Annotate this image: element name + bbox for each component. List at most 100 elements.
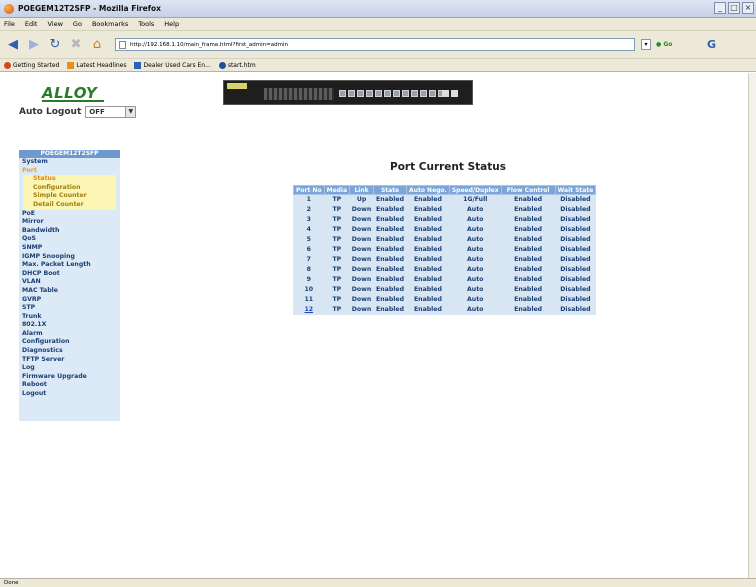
sidebar-item-mac-table[interactable]: MAC Table xyxy=(19,287,120,296)
port-icon xyxy=(348,90,355,97)
media-cell: TP xyxy=(332,286,342,293)
menu-edit[interactable]: Edit xyxy=(25,20,38,28)
sidebar-item-port[interactable]: Port xyxy=(19,167,120,176)
rss-icon xyxy=(67,61,75,69)
menu-tools[interactable]: Tools xyxy=(138,20,154,28)
sidebar-item-stp[interactable]: STP xyxy=(19,304,120,313)
menu-bar: File Edit View Go Bookmarks Tools Help xyxy=(0,18,756,31)
menu-help[interactable]: Help xyxy=(164,20,179,28)
col-port-no: Port No xyxy=(293,185,325,195)
port-no-cell: 8 xyxy=(306,266,311,273)
table-row: 10 TP Down Enabled Enabled Auto Enabled Disable… xyxy=(294,285,596,295)
col-speed-duplex: Speed/Duplex xyxy=(448,185,502,195)
port-no-cell[interactable]: 12 xyxy=(294,305,325,315)
port-table-body: 1 TP Up Enabled Enabled 1G/Full Enabled Disable… xyxy=(294,195,596,315)
port-icon xyxy=(411,90,418,97)
sidebar-item-configuration[interactable]: Configuration xyxy=(19,338,120,347)
sidebar-item-firmware-upgrade[interactable]: Firmware Upgrade xyxy=(19,373,120,382)
link-cell: Up xyxy=(356,196,367,204)
bookmark-latest-headlines[interactable]: Latest Headlines xyxy=(67,61,126,69)
col-media: Media xyxy=(323,185,351,195)
url-bar[interactable]: http://192.168.1.10/main_frame.html?firs… xyxy=(115,38,635,51)
sidebar-item-mirror[interactable]: Mirror xyxy=(19,218,120,227)
sidebar-sub-status[interactable]: Status xyxy=(23,175,116,184)
table-row: 12 TP Down Enabled Enabled Auto Enabled Disable… xyxy=(294,305,596,315)
sidebar-sub-detail-counter[interactable]: Detail Counter xyxy=(23,200,116,210)
wait-state-cell: Disabled xyxy=(560,206,591,213)
sidebar-item-dhcp-boot[interactable]: DHCP Boot xyxy=(19,270,120,279)
sidebar-item-diagnostics[interactable]: Diagnostics xyxy=(19,347,120,356)
sidebar-model-header: POEGEM12T2SFP xyxy=(19,150,120,158)
table-row: 6 TP Down Enabled Enabled Auto Enabled Disabled xyxy=(294,245,596,255)
port-no-cell: 7 xyxy=(306,256,311,263)
speed-duplex-cell: Auto xyxy=(467,226,484,233)
media-cell: TP xyxy=(332,216,342,223)
wait-state-cell: Disabled xyxy=(560,306,591,313)
sidebar-item-system[interactable]: System xyxy=(19,158,120,167)
menu-view[interactable]: View xyxy=(47,20,62,28)
window-controls: _ □ × xyxy=(714,2,754,14)
auto-nego-cell: Enabled xyxy=(413,236,442,243)
sidebar-item-qos[interactable]: QoS xyxy=(19,235,120,244)
port-icon xyxy=(420,90,427,97)
sidebar-item-gvrp[interactable]: GVRP xyxy=(19,296,120,305)
media-cell: TP xyxy=(332,296,342,303)
link-cell: Down xyxy=(351,256,372,263)
port-no-cell: 11 xyxy=(304,296,314,303)
sidebar-item-trunk[interactable]: Trunk xyxy=(19,313,120,322)
getting-started-icon xyxy=(4,61,11,69)
stop-icon[interactable]: ✖ xyxy=(67,36,85,54)
flow-control-cell: Enabled xyxy=(514,216,543,223)
page-content: ALLOY Auto Logout OFF ▼ POEGEM12T2SFP Sy… xyxy=(0,73,748,578)
bookmark-dealer-used-cars[interactable]: Dealer Used Cars En... xyxy=(134,61,211,69)
state-cell: Enabled xyxy=(376,206,405,213)
sidebar-item-reboot[interactable]: Reboot xyxy=(19,381,120,390)
wait-state-cell: Disabled xyxy=(560,266,591,273)
auto-nego-cell: Enabled xyxy=(413,216,442,223)
media-cell: TP xyxy=(332,206,342,213)
sidebar-item-bandwidth[interactable]: Bandwidth xyxy=(19,227,120,236)
sidebar-item-snmp[interactable]: SNMP xyxy=(19,244,120,253)
bookmark-label: start.htm xyxy=(227,61,256,69)
home-icon[interactable]: ⌂ xyxy=(88,36,106,54)
bookmark-label: Getting Started xyxy=(13,61,60,69)
url-dropdown-icon[interactable]: ▾ xyxy=(641,39,651,50)
sidebar-item-8021x[interactable]: 802.1X xyxy=(19,321,120,330)
search-engine-icon[interactable]: G xyxy=(707,38,716,51)
menu-file[interactable]: File xyxy=(4,20,15,28)
sidebar-item-poe[interactable]: PoE xyxy=(19,210,120,219)
sidebar-item-logout[interactable]: Logout xyxy=(19,390,120,399)
page-scrollbar[interactable] xyxy=(748,73,756,578)
sidebar-sub-simple-counter[interactable]: Simple Counter xyxy=(23,192,116,201)
sidebar-item-vlan[interactable]: VLAN xyxy=(19,278,120,287)
window-title: POEGEM12T2SFP - Mozilla Firefox xyxy=(18,4,161,13)
port-icon xyxy=(429,90,436,97)
menu-bookmarks[interactable]: Bookmarks xyxy=(92,20,128,28)
bookmark-start[interactable]: start.htm xyxy=(218,61,256,69)
auto-logout-select[interactable]: OFF ▼ xyxy=(85,106,137,118)
minimize-button[interactable]: _ xyxy=(714,2,726,14)
port-no-cell: 2 xyxy=(306,206,311,213)
auto-nego-cell: Enabled xyxy=(413,206,442,213)
go-button[interactable]: ● Go xyxy=(656,41,672,48)
sidebar-sub-configuration[interactable]: Configuration xyxy=(23,183,116,193)
sidebar-item-log[interactable]: Log xyxy=(19,364,120,373)
port-no-cell: 1 xyxy=(306,196,311,204)
sidebar-item-alarm[interactable]: Alarm xyxy=(19,330,120,339)
speed-duplex-cell: Auto xyxy=(467,206,484,213)
port-icon xyxy=(366,90,373,97)
port-status-table: Port No Media Link State Auto Nego. Spee… xyxy=(293,185,597,315)
sidebar-item-tftp-server[interactable]: TFTP Server xyxy=(19,356,120,365)
menu-go[interactable]: Go xyxy=(73,20,82,28)
maximize-button[interactable]: □ xyxy=(728,2,740,14)
status-bar: Done xyxy=(0,578,756,587)
sidebar-item-igmp-snooping[interactable]: IGMP Snooping xyxy=(19,253,120,262)
state-cell: Enabled xyxy=(376,216,405,223)
forward-arrow-icon[interactable]: ▶ xyxy=(25,36,43,54)
close-button[interactable]: × xyxy=(742,2,754,14)
reload-icon[interactable]: ↻ xyxy=(46,36,64,54)
sidebar-item-max-packet-length[interactable]: Max. Packet Length xyxy=(19,261,120,270)
flow-control-cell: Enabled xyxy=(514,296,543,303)
back-arrow-icon[interactable]: ◀ xyxy=(4,36,22,54)
bookmark-getting-started[interactable]: Getting Started xyxy=(4,61,60,69)
